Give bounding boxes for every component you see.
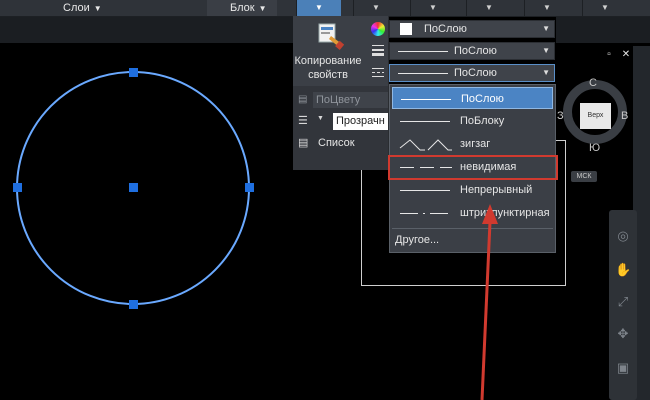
linetype-preview bbox=[398, 73, 448, 74]
linetype-combo[interactable]: ПоСлою ▼ bbox=[389, 64, 555, 82]
dash-segment bbox=[400, 213, 418, 214]
plot-style-icon: ▤ bbox=[298, 94, 308, 105]
viewport-frame-left bbox=[361, 160, 362, 286]
properties-panel-expand-button[interactable]: ▼ bbox=[296, 0, 341, 16]
compass-south[interactable]: Ю bbox=[589, 142, 600, 154]
view-panel-expand-button[interactable]: ▼ bbox=[524, 0, 569, 16]
linetype-option-continuous[interactable]: Непрерывный bbox=[392, 179, 553, 201]
grip-center[interactable] bbox=[129, 183, 138, 192]
linetype-option-other[interactable]: Другое... bbox=[395, 231, 439, 249]
clipboard-panel-expand-button[interactable]: ▼ bbox=[466, 0, 511, 16]
extra-panel-expand-button[interactable]: ▼ bbox=[582, 0, 627, 16]
match-properties-icon[interactable] bbox=[318, 22, 344, 50]
color-combo-value: ПоСлою bbox=[424, 23, 467, 35]
dot-segment bbox=[423, 213, 425, 214]
linetype-icon bbox=[372, 68, 384, 77]
solid-line-preview bbox=[400, 190, 450, 191]
lineweight-icon bbox=[372, 45, 384, 56]
layers-panel-title[interactable]: Слои ▼ bbox=[63, 0, 102, 16]
compass-west[interactable]: З bbox=[557, 110, 564, 122]
list-button[interactable]: Список bbox=[318, 137, 355, 149]
steering-wheel-icon[interactable]: ◎ bbox=[615, 228, 631, 244]
lineweight-combo-value: ПоСлою bbox=[454, 45, 497, 57]
chevron-down-icon: ▼ bbox=[542, 46, 550, 55]
file-tab-strip-right bbox=[556, 17, 650, 43]
compass-north[interactable]: С bbox=[589, 77, 597, 89]
linetype-option-label: ПоСлою bbox=[461, 93, 504, 105]
annotation-arrow bbox=[480, 204, 498, 400]
match-properties-label-1: Копирование bbox=[294, 55, 362, 67]
viewport-frame-top bbox=[556, 140, 566, 141]
color-swatch bbox=[400, 23, 412, 35]
annotation-highlight-box bbox=[388, 155, 558, 180]
viewcube-face-top[interactable]: Верх bbox=[580, 103, 611, 129]
compass-east[interactable]: В bbox=[621, 110, 628, 122]
block-panel-title[interactable]: Блок ▼ bbox=[230, 0, 267, 16]
grip-left[interactable] bbox=[13, 183, 22, 192]
utilities-panel-expand-button[interactable]: ▼ bbox=[410, 0, 455, 16]
dash-segment bbox=[430, 213, 448, 214]
linetype-option-label: ПоБлоку bbox=[460, 115, 505, 127]
match-properties-button[interactable]: Копирование свойств bbox=[293, 54, 363, 82]
groups-panel-expand-button[interactable]: ▼ bbox=[353, 0, 398, 16]
chevron-down-icon[interactable]: ▼ bbox=[317, 115, 324, 122]
close-icon[interactable]: ✕ bbox=[621, 50, 631, 60]
linetype-option-label: Непрерывный bbox=[460, 184, 533, 196]
linetype-option-byblock[interactable]: ПоБлоку bbox=[392, 110, 553, 132]
lineweight-preview bbox=[398, 51, 448, 52]
block-panel-label: Блок bbox=[230, 2, 255, 14]
linetype-option-bylayer[interactable]: ПоСлою bbox=[392, 87, 553, 109]
viewport-frame-right bbox=[565, 140, 566, 286]
layers-panel-label: Слои bbox=[63, 2, 90, 14]
chevron-down-icon: ▼ bbox=[93, 4, 102, 13]
grip-top[interactable] bbox=[129, 68, 138, 77]
grip-bottom[interactable] bbox=[129, 300, 138, 309]
chevron-down-icon: ▼ bbox=[542, 68, 550, 77]
lineweight-combo[interactable]: ПоСлою ▼ bbox=[389, 42, 555, 60]
linetype-combo-value: ПоСлою bbox=[454, 67, 497, 79]
solid-line-preview bbox=[401, 99, 451, 100]
drawing-canvas[interactable] bbox=[0, 40, 300, 340]
solid-line-preview bbox=[400, 121, 450, 122]
color-combo[interactable]: ПоСлою ▼ bbox=[389, 20, 555, 38]
list-icon: ▤ bbox=[298, 137, 309, 149]
zoom-icon[interactable]: ⤢ bbox=[615, 294, 631, 310]
chevron-down-icon: ▼ bbox=[258, 4, 267, 13]
grip-right[interactable] bbox=[245, 183, 254, 192]
plot-style-field[interactable]: ПоЦвету bbox=[313, 92, 388, 108]
linetype-option-label: зигзаг bbox=[460, 138, 491, 150]
zigzag-line-preview bbox=[399, 139, 452, 151]
navigation-bar: ◎ ✋ ⤢ ✥ ▣ bbox=[609, 210, 637, 400]
showmotion-icon[interactable]: ▣ bbox=[615, 360, 631, 376]
match-properties-label-2: свойств bbox=[308, 69, 348, 81]
linetype-option-zigzag[interactable]: зигзаг bbox=[392, 133, 553, 155]
ucs-menu-badge[interactable]: МСК bbox=[571, 171, 597, 182]
restore-icon[interactable]: ▫ bbox=[604, 50, 614, 60]
transparency-field[interactable]: Прозрачн bbox=[333, 113, 388, 130]
transparency-icon: ☰ bbox=[298, 115, 308, 127]
color-wheel-icon bbox=[371, 22, 385, 36]
pan-icon[interactable]: ✋ bbox=[615, 262, 631, 278]
chevron-down-icon: ▼ bbox=[542, 24, 550, 33]
orbit-icon[interactable]: ✥ bbox=[615, 326, 631, 342]
